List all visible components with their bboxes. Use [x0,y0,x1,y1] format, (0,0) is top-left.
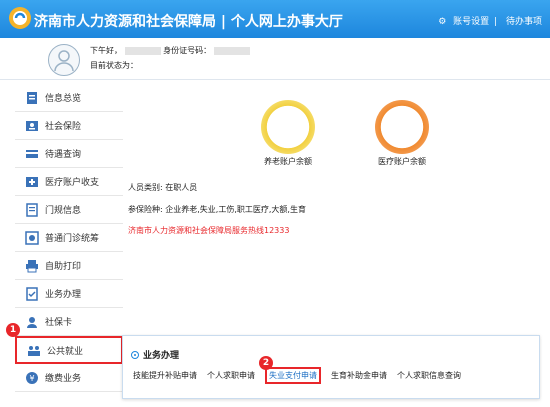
person-type: 人员类别: 在职人员 [128,183,198,192]
clinic-info-icon [26,202,38,217]
id-card-icon [27,316,37,328]
payment-icon: ¥ [26,371,38,384]
medical-ring [375,100,429,154]
sidebar-item-label: 社会保险 [45,122,82,132]
sidebar-item-label: 医疗账户收支 [45,178,100,188]
svg-text:¥: ¥ [29,374,34,383]
divider: | [494,17,498,27]
sidebar-item-label: 社保卡 [45,318,73,328]
medical-label: 医疗账户余额 [378,157,426,166]
sidebar-item-medical-account[interactable]: 医疗账户收支 [15,168,123,196]
business-icon [26,286,38,301]
bureau-logo-icon [9,7,31,29]
popup-title-text: 业务办理 [143,351,180,361]
maternity-subsidy-link[interactable]: 生育补助金申请 [331,370,387,384]
redacted-id [213,46,250,55]
sidebar-item-benefit-query[interactable]: 待遇查询 [15,140,123,168]
header-links: ⚙ 账号设置 | 待办事项 [434,14,542,27]
pension-ring [261,100,315,154]
social-insurance-icon [26,120,38,131]
insured-types: 参保险种: 企业养老,失业,工伤,职工医疗,大额,生育 [128,205,306,214]
medical-account-icon [26,176,38,187]
service-hotline: 济南市人力资源和社会保障局服务热线12333 [128,226,290,235]
popup-links: 技能提升补贴申请 个人求职申请 失业支付申请 生育补助金申请 个人求职信息查询 [133,367,461,384]
benefit-query-icon [26,149,38,158]
job-info-query-link[interactable]: 个人求职信息查询 [397,370,461,384]
step-badge: 2 [259,356,273,370]
pension-balance[interactable]: 养老账户余额 [248,100,328,167]
status-line: 目前状态为： [90,61,138,70]
sidebar-item-label: 门规信息 [45,206,82,216]
sidebar-item-label: 待遇查询 [45,150,82,160]
sidebar-item-social-insurance[interactable]: 社会保险 [15,112,123,140]
account-settings-link[interactable]: 账号设置 [453,17,489,27]
sidebar-item-business[interactable]: 业务办理 [15,280,123,308]
id-label: 身份证号码： [163,46,212,55]
user-info-bar: 下午好， 身份证号码： 目前状态为： [0,38,550,80]
unemployment-payment-link[interactable]: 失业支付申请 [265,367,321,384]
sidebar-item-label: 信息总览 [45,94,82,104]
sidebar-item-id-card[interactable]: 社保卡 [15,308,123,336]
avatar [48,44,80,76]
page-title: 济南市人力资源和社会保障局 | 个人网上办事大厅 [34,14,343,30]
medical-balance[interactable]: 医疗账户余额 [362,100,442,167]
radio-icon [131,351,139,359]
outpatient-icon [25,230,39,245]
sidebar-item-label: 公共就业 [47,346,84,357]
sidebar-item-payment[interactable]: ¥ 缴费业务 [15,364,123,392]
app-header: 济南市人力资源和社会保障局 | 个人网上办事大厅 ⚙ 账号设置 | 待办事项 [0,0,550,38]
sidebar: 信息总览 社会保险 待遇查询 医疗账户收支 门规信息 普通门诊统筹 自助打印 业… [15,84,123,392]
info-overview-icon [27,91,37,104]
user-greeting-line: 下午好， 身份证号码： [90,45,250,56]
printer-icon [26,259,38,272]
sidebar-item-label: 业务办理 [45,290,82,300]
gear-icon[interactable]: ⚙ [438,17,446,27]
business-popup: 业务办理 技能提升补贴申请 个人求职申请 失业支付申请 生育补助金申请 个人求职… [122,335,540,399]
sidebar-item-label: 普通门诊统筹 [45,234,100,244]
greeting: 下午好， [90,46,122,55]
todo-link[interactable]: 待办事项 [506,17,542,27]
sidebar-item-label: 缴费业务 [45,374,82,384]
sidebar-item-self-print[interactable]: 自助打印 [15,252,123,280]
public-employment-icon [28,346,40,356]
main-content: 养老账户余额 医疗账户余额 人员类别: 在职人员 参保险种: 企业养老,失业,工… [124,84,540,334]
sidebar-item-clinic-info[interactable]: 门规信息 [15,196,123,224]
sidebar-item-public-employment[interactable]: 公共就业 [15,336,123,364]
sidebar-item-outpatient[interactable]: 普通门诊统筹 [15,224,123,252]
user-avatar-icon [54,50,74,72]
job-seeking-link[interactable]: 个人求职申请 [207,370,255,384]
redacted-name [124,46,161,55]
popup-title: 业务办理 [131,348,179,361]
step-badge: 1 [6,323,20,337]
skill-subsidy-link[interactable]: 技能提升补贴申请 [133,370,197,384]
sidebar-item-label: 自助打印 [45,262,82,272]
sidebar-item-info-overview[interactable]: 信息总览 [15,84,123,112]
pension-label: 养老账户余额 [264,157,312,166]
